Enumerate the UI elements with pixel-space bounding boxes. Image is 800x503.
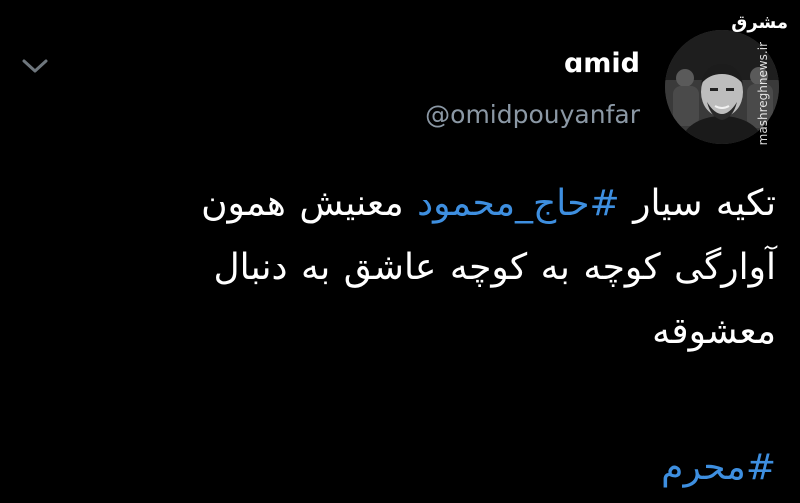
author-handle[interactable]: @omidpouyanfar [425,100,640,129]
tweet-text-segment: معنیش همون [201,183,418,224]
tweet-text: تکیه سیار #حاج_محمود معنیش همون آوارگی ک… [76,172,776,364]
watermark-logo: مشرق [731,12,788,33]
watermark-site-text: mashreghnews.ir [756,42,770,146]
tweet-line-3: معشوقه [652,311,776,352]
tweet-line-1: تکیه سیار #حاج_محمود معنیش همون [76,172,776,236]
hashtag-link[interactable]: #حاج_محمود [417,183,620,224]
tweet-card: مشرق mashreghnews.ir ɑmid @omidpouyanfar… [0,0,800,503]
tweet-line-2: آوارگی کوچه به کوچه عاشق به دنبال [213,247,776,288]
watermark-site: mashreghnews.ir [756,42,780,145]
tweet-text-segment: تکیه سیار [619,183,776,224]
hashtag-link[interactable]: #محرم [661,440,776,496]
author-display-name[interactable]: ɑmid [564,48,640,79]
watermark: مشرق mashreghnews.ir [731,12,788,145]
chevron-down-icon[interactable] [20,55,50,77]
